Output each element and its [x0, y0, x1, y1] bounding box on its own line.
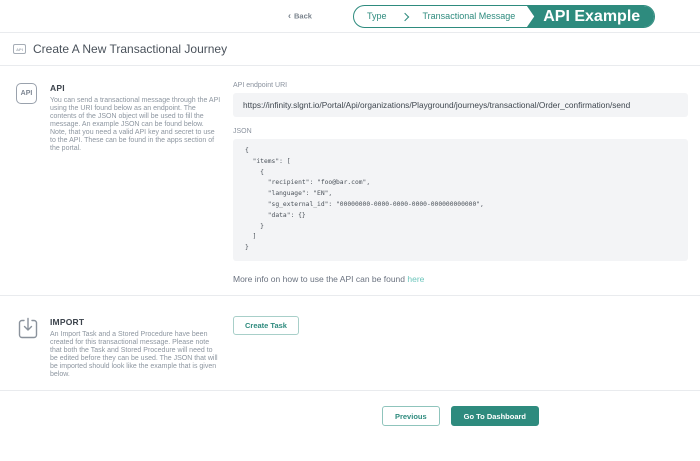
api-section-content: API endpoint URI https://infinity.slgnt.… — [233, 66, 700, 295]
import-section-intro: IMPORT An Import Task and a Stored Proce… — [0, 296, 233, 390]
top-bar: ‹ Back Type Transactional Message API Ex… — [0, 0, 700, 33]
api-badge-icon: API — [13, 44, 26, 54]
footer: Previous Go To Dashboard — [0, 390, 700, 461]
step-api-example[interactable]: API Example — [526, 5, 654, 28]
endpoint-uri-field[interactable]: https://infinity.slgnt.io/Portal/Api/org… — [233, 93, 688, 117]
icon-cell — [16, 317, 50, 390]
page-title: Create A New Transactional Journey — [33, 42, 227, 56]
more-info-text: More info on how to use the API can be f… — [233, 274, 688, 284]
chevron-right-icon — [400, 12, 408, 20]
import-section-content: Create Task — [233, 296, 700, 390]
api-section-description: You can send a transactional message thr… — [50, 97, 222, 153]
journey-stepper: Type Transactional Message API Example — [353, 5, 655, 28]
import-section-description: An Import Task and a Stored Procedure ha… — [50, 331, 222, 379]
api-section-intro: API API You can send a transactional mes… — [0, 66, 233, 295]
icon-cell: API — [16, 83, 50, 295]
page-header: API Create A New Transactional Journey — [0, 33, 700, 66]
back-chevron-icon: ‹ — [288, 12, 291, 21]
json-label: JSON — [233, 128, 688, 135]
import-download-icon — [16, 317, 40, 341]
json-example-code: { "items": [ { "recipient": "foo@bar.com… — [233, 139, 688, 261]
page: ‹ Back Type Transactional Message API Ex… — [0, 0, 700, 461]
api-section-heading: API — [50, 83, 222, 93]
back-link[interactable]: ‹ Back — [288, 12, 312, 21]
more-info-here-link[interactable]: here — [407, 274, 424, 284]
previous-button[interactable]: Previous — [382, 406, 440, 426]
create-task-button[interactable]: Create Task — [233, 316, 299, 335]
back-label: Back — [294, 12, 312, 21]
more-info-prefix: More info on how to use the API can be f… — [233, 274, 407, 284]
api-icon: API — [16, 83, 37, 104]
import-section: IMPORT An Import Task and a Stored Proce… — [0, 295, 700, 390]
endpoint-uri-label: API endpoint URI — [233, 82, 688, 89]
import-section-heading: IMPORT — [50, 317, 222, 327]
go-to-dashboard-button[interactable]: Go To Dashboard — [451, 406, 539, 426]
api-section: API API You can send a transactional mes… — [0, 66, 700, 295]
step-type[interactable]: Type — [354, 6, 400, 27]
step-transactional-message[interactable]: Transactional Message — [410, 6, 529, 27]
